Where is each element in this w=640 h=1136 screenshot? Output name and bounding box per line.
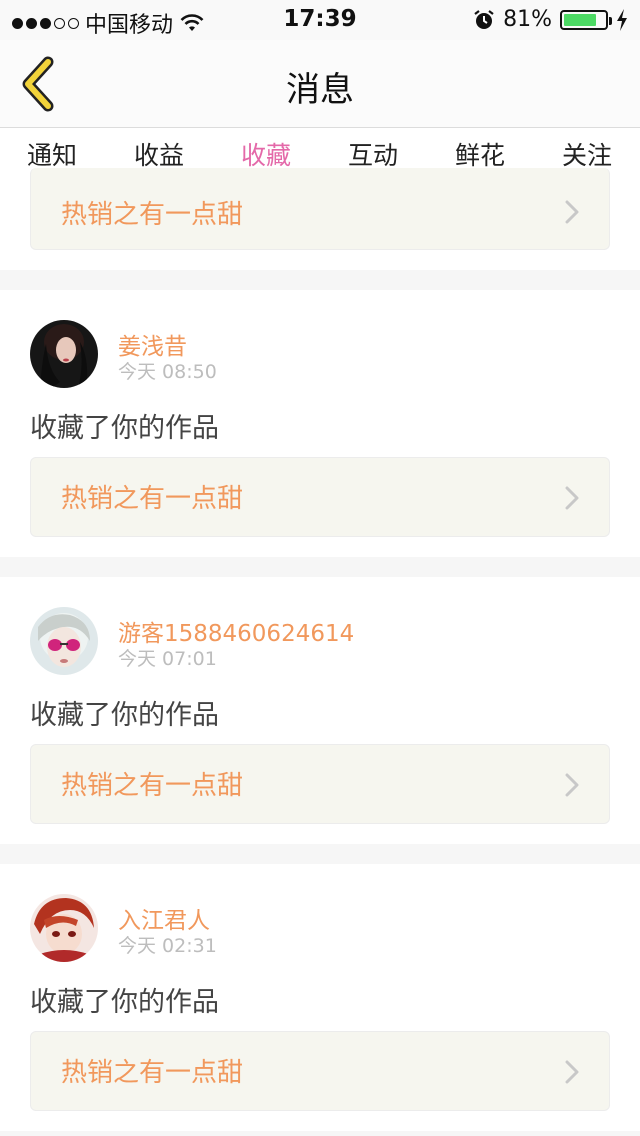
work-title: 热销之有一点甜	[61, 771, 244, 801]
work-link[interactable]: 热销之有一点甜	[30, 1031, 610, 1111]
action-text: 收藏了你的作品	[30, 700, 219, 731]
avatar-image	[30, 320, 98, 388]
page-title: 消息	[286, 70, 354, 110]
alarm-icon	[474, 9, 494, 29]
work-link[interactable]: 热销之有一点甜	[30, 744, 610, 824]
tab-favorites[interactable]: 收藏	[241, 136, 291, 172]
nav-header: 消息	[0, 40, 640, 128]
tab-earnings[interactable]: 收益	[134, 136, 184, 172]
status-bar: 中国移动 17:39 81%	[0, 0, 640, 40]
username[interactable]: 入江君人	[118, 901, 210, 935]
user-avatar[interactable]	[30, 894, 98, 962]
message-time: 今天 02:31	[118, 935, 217, 957]
avatar-image	[30, 894, 98, 962]
message-card: 游客1588460624614 今天 07:01 收藏了你的作品 热销之有一点甜	[0, 577, 640, 844]
username[interactable]: 姜浅昔	[118, 327, 187, 361]
username[interactable]: 游客1588460624614	[118, 614, 354, 648]
chevron-right-icon	[565, 200, 579, 224]
battery-fill	[564, 13, 597, 26]
work-title: 热销之有一点甜	[61, 1058, 244, 1088]
message-time: 今天 08:50	[118, 361, 217, 383]
chevron-right-icon	[565, 773, 579, 797]
work-title: 热销之有一点甜	[61, 200, 244, 230]
status-right: 81%	[473, 7, 628, 32]
message-time: 今天 07:01	[118, 648, 217, 670]
avatar-image	[30, 607, 98, 675]
chevron-right-icon	[565, 486, 579, 510]
battery-icon	[560, 9, 612, 30]
action-text: 收藏了你的作品	[30, 987, 219, 1018]
charging-bolt-icon	[617, 8, 627, 31]
action-text: 收藏了你的作品	[30, 413, 219, 444]
tab-following[interactable]: 关注	[562, 136, 612, 172]
work-title: 热销之有一点甜	[61, 484, 244, 514]
work-link[interactable]: 热销之有一点甜	[30, 168, 610, 250]
work-link[interactable]: 热销之有一点甜	[30, 457, 610, 537]
chevron-right-icon	[565, 1060, 579, 1084]
battery-percent: 81%	[503, 7, 552, 32]
message-card: 姜浅昔 今天 08:50 收藏了你的作品 热销之有一点甜	[0, 290, 640, 557]
tab-interactions[interactable]: 互动	[348, 136, 398, 172]
user-avatar[interactable]	[30, 607, 98, 675]
message-card-partial: 热销之有一点甜	[0, 168, 640, 270]
tab-flowers[interactable]: 鲜花	[455, 136, 505, 172]
message-card: 入江君人 今天 02:31 收藏了你的作品 热销之有一点甜	[0, 864, 640, 1131]
tab-notifications[interactable]: 通知	[27, 136, 77, 172]
user-avatar[interactable]	[30, 320, 98, 388]
